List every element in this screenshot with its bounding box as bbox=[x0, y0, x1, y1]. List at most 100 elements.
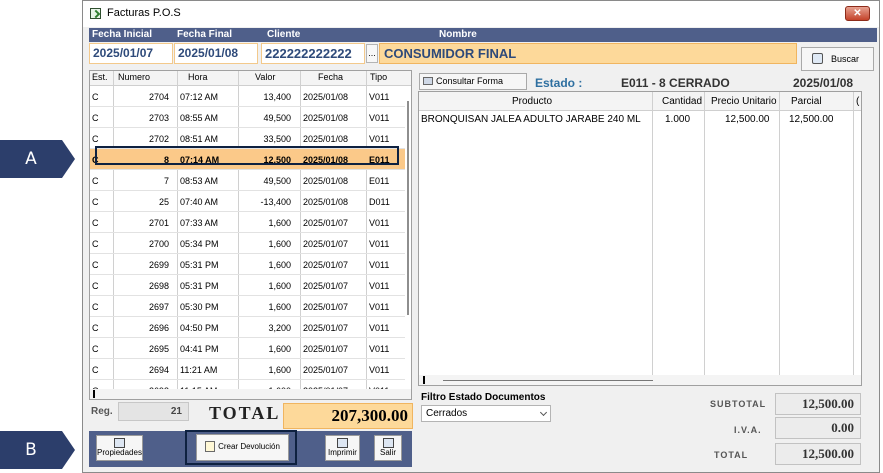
invoice-cell-tipo: V011 bbox=[369, 302, 390, 312]
fecha-inicial-label: Fecha Inicial bbox=[92, 29, 153, 40]
invoice-row[interactable]: C 2695 04:41 PM 1,600 2025/01/07 V011 bbox=[90, 338, 405, 359]
invoice-row[interactable]: C 2696 04:50 PM 3,200 2025/01/07 V011 bbox=[90, 317, 405, 338]
invoice-cell-est: C bbox=[92, 239, 99, 249]
invoice-cell-hora: 05:34 PM bbox=[180, 239, 219, 249]
filtro-label: Filtro Estado Documentos bbox=[421, 392, 546, 403]
col-numero[interactable]: Numero bbox=[118, 72, 150, 82]
col-tipo[interactable]: Tipo bbox=[370, 72, 387, 82]
invoice-cell-numero: 25 bbox=[158, 197, 169, 207]
iva-value: 0.00 bbox=[775, 417, 861, 439]
callout-a-label: A bbox=[25, 149, 37, 169]
invoice-cell-hora: 05:31 PM bbox=[180, 260, 219, 270]
col-fecha[interactable]: Fecha bbox=[318, 72, 343, 82]
invoice-cell-tipo: V011 bbox=[369, 92, 390, 102]
invoice-cell-fecha: 2025/01/08 bbox=[303, 92, 349, 102]
scroll-thumb[interactable] bbox=[93, 390, 95, 398]
invoice-cell-tipo: D011 bbox=[369, 197, 390, 207]
invoice-row[interactable]: C 2699 05:31 PM 1,600 2025/01/07 V011 bbox=[90, 254, 405, 275]
invoice-cell-tipo: V011 bbox=[369, 113, 390, 123]
invoice-row[interactable]: C 2701 07:33 AM 1,600 2025/01/07 V011 bbox=[90, 212, 405, 233]
invoice-row[interactable]: C 2704 07:12 AM 13,400 2025/01/08 V011 bbox=[90, 86, 405, 107]
invoice-row[interactable]: C 2697 05:30 PM 1,600 2025/01/07 V011 bbox=[90, 296, 405, 317]
invoice-cell-hora: 05:30 PM bbox=[180, 302, 219, 312]
col-precio-unitario[interactable]: Precio Unitario bbox=[711, 96, 777, 107]
invoice-cell-est: C bbox=[92, 260, 99, 270]
invoice-cell-fecha: 2025/01/07 bbox=[303, 365, 349, 375]
nombre-label: Nombre bbox=[439, 29, 477, 40]
total-label: TOTAL bbox=[209, 403, 281, 423]
col-hora[interactable]: Hora bbox=[188, 72, 208, 82]
col-producto[interactable]: Producto bbox=[512, 96, 552, 107]
invoice-cell-fecha: 2025/01/08 bbox=[303, 113, 349, 123]
chevron-down-icon bbox=[539, 408, 548, 417]
invoice-cell-numero: 2702 bbox=[148, 134, 169, 144]
imprimir-button[interactable]: Imprimir bbox=[325, 435, 360, 461]
search-icon bbox=[812, 53, 823, 64]
callout-b: B bbox=[0, 431, 75, 469]
invoice-cell-est: C bbox=[92, 113, 99, 123]
scroll-track[interactable] bbox=[443, 380, 653, 381]
invoice-cell-est: C bbox=[92, 365, 99, 375]
cliente-field[interactable]: 222222222222 bbox=[261, 43, 365, 64]
list-vertical-scrollbar[interactable] bbox=[405, 86, 411, 386]
buscar-button[interactable]: Buscar bbox=[801, 47, 874, 71]
invoice-cell-tipo: V011 bbox=[369, 134, 390, 144]
scroll-thumb[interactable] bbox=[407, 101, 409, 315]
invoice-cell-fecha: 2025/01/07 bbox=[303, 239, 349, 249]
crear-devolucion-highlight-box bbox=[185, 430, 297, 465]
invoice-cell-valor: 1,600 bbox=[268, 218, 291, 228]
list-horizontal-scrollbar[interactable] bbox=[90, 389, 411, 399]
invoice-row[interactable]: C 25 07:40 AM -13,400 2025/01/08 D011 bbox=[90, 191, 405, 212]
invoice-cell-hora: 07:33 AM bbox=[180, 218, 219, 228]
invoice-row[interactable]: C 2700 05:34 PM 1,600 2025/01/07 V011 bbox=[90, 233, 405, 254]
producto-cell: BRONQUISAN JALEA ADULTO JARABE 240 ML bbox=[421, 114, 641, 125]
col-est[interactable]: Est. bbox=[92, 72, 108, 82]
scroll-thumb[interactable] bbox=[423, 376, 425, 384]
invoice-cell-fecha: 2025/01/08 bbox=[303, 176, 349, 186]
invoice-cell-est: C bbox=[92, 92, 99, 102]
invoice-list: Est. Numero Hora Valor Fecha Tipo C 2704 0… bbox=[89, 70, 412, 400]
cliente-lookup-button[interactable]: ... bbox=[366, 44, 378, 63]
col-cantidad[interactable]: Cantidad bbox=[662, 96, 702, 107]
grid-horizontal-scrollbar[interactable] bbox=[419, 375, 861, 385]
printer-icon bbox=[337, 438, 348, 448]
invoice-cell-tipo: V011 bbox=[369, 365, 390, 375]
invoice-cell-numero: 7 bbox=[163, 176, 169, 186]
filtro-value: Cerrados bbox=[426, 408, 468, 419]
invoice-cell-hora: 11:21 AM bbox=[180, 365, 218, 375]
close-button[interactable]: ✕ bbox=[845, 6, 870, 21]
invoice-row[interactable]: C 2698 05:31 PM 1,600 2025/01/07 V011 bbox=[90, 275, 405, 296]
col-parcial[interactable]: Parcial bbox=[791, 96, 822, 107]
fecha-final-field[interactable]: 2025/01/08 bbox=[174, 43, 258, 64]
propiedades-button[interactable]: Propiedades bbox=[96, 435, 143, 461]
invoice-cell-valor: 3,200 bbox=[268, 323, 291, 333]
invoice-cell-valor: 1,600 bbox=[268, 302, 291, 312]
col-valor[interactable]: Valor bbox=[255, 72, 275, 82]
invoice-row[interactable]: C 2703 08:55 AM 49,500 2025/01/08 V011 bbox=[90, 107, 405, 128]
invoice-cell-hora: 05:31 PM bbox=[180, 281, 219, 291]
col-divider bbox=[704, 92, 705, 378]
estado-label: Estado : bbox=[535, 76, 583, 90]
cantidad-cell: 1.000 bbox=[665, 114, 691, 125]
window-vertical-scrollbar[interactable] bbox=[868, 73, 876, 389]
invoice-cell-est: C bbox=[92, 344, 99, 354]
parcial-cell: 12,500.00 bbox=[789, 114, 834, 125]
consultar-forma-pago-button[interactable]: Consultar Forma Pago bbox=[419, 73, 527, 101]
iva-label: I.V.A. bbox=[734, 425, 762, 435]
invoice-cell-numero: 2696 bbox=[148, 323, 169, 333]
invoice-cell-numero: 2698 bbox=[148, 281, 169, 291]
invoice-row[interactable]: C 2694 11:21 AM 1,600 2025/01/07 V011 bbox=[90, 359, 405, 380]
invoice-cell-valor: 13,400 bbox=[263, 92, 291, 102]
invoice-cell-hora: 08:55 AM bbox=[180, 113, 219, 123]
invoice-row[interactable]: C 7 08:53 AM 49,500 2025/01/08 E011 bbox=[90, 170, 405, 191]
title-bar: Facturas P.O.S ✕ bbox=[83, 1, 879, 27]
col-divider bbox=[652, 92, 653, 378]
col-extra[interactable]: ( bbox=[856, 96, 859, 107]
fecha-inicial-field[interactable]: 2025/01/07 bbox=[89, 43, 173, 64]
invoice-cell-fecha: 2025/01/07 bbox=[303, 323, 349, 333]
invoice-cell-hora: 08:51 AM bbox=[180, 134, 219, 144]
invoice-list-header: Est. Numero Hora Valor Fecha Tipo bbox=[90, 71, 411, 86]
salir-button[interactable]: Salir bbox=[374, 435, 402, 461]
invoice-cell-valor: 1,600 bbox=[268, 365, 291, 375]
filtro-select[interactable]: Cerrados bbox=[421, 405, 551, 422]
